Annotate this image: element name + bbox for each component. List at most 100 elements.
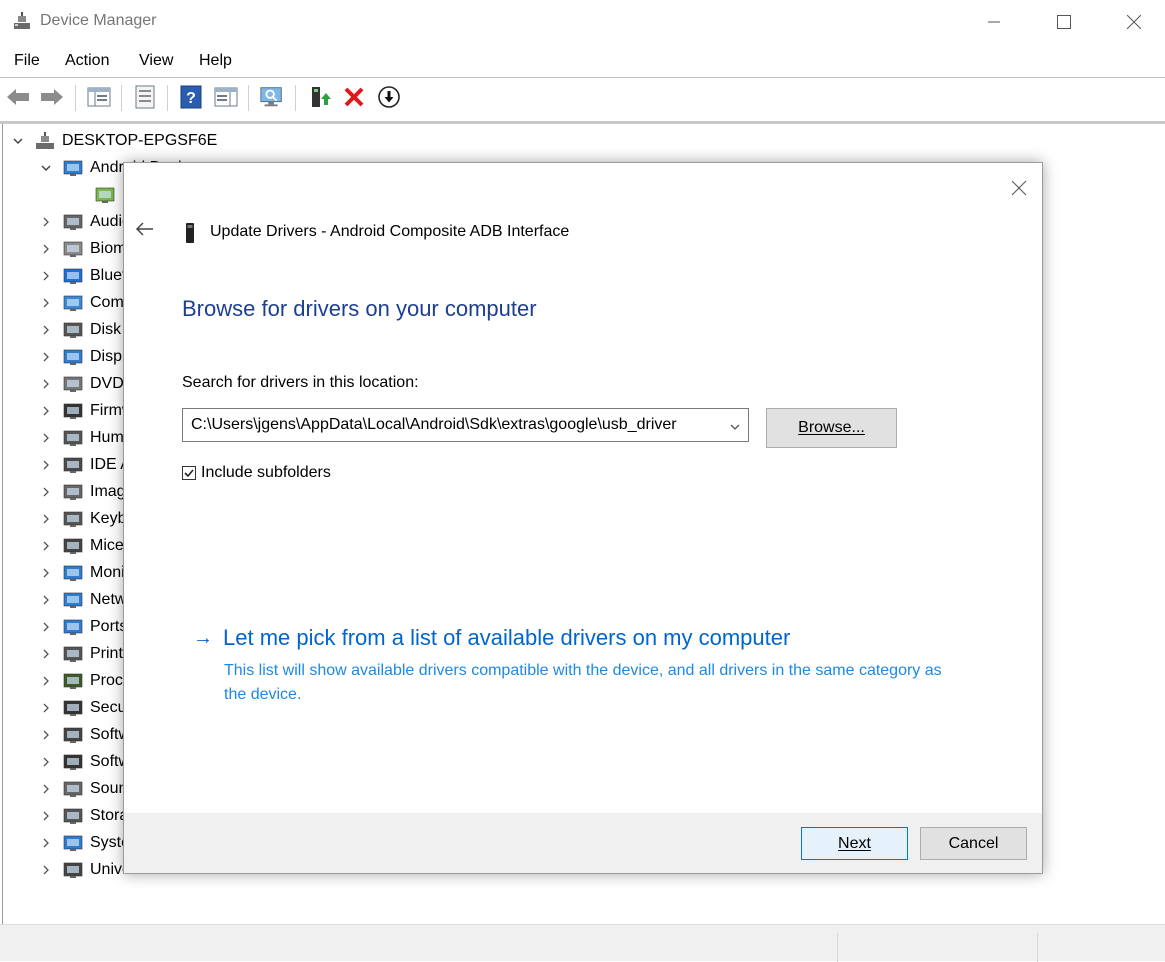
device-category-icon bbox=[62, 860, 84, 880]
device-category-icon bbox=[62, 779, 84, 799]
chevron-right-icon[interactable] bbox=[39, 593, 53, 607]
chevron-down-icon[interactable] bbox=[730, 418, 740, 436]
chevron-right-icon[interactable] bbox=[39, 674, 53, 688]
chevron-right-icon[interactable] bbox=[39, 809, 53, 823]
toolbar-separator bbox=[295, 85, 296, 111]
device-category-icon bbox=[62, 374, 84, 394]
device-category-icon bbox=[62, 833, 84, 853]
device-category-icon bbox=[62, 401, 84, 421]
device-category-icon bbox=[62, 671, 84, 691]
chevron-right-icon[interactable] bbox=[39, 215, 53, 229]
chevron-right-icon[interactable] bbox=[39, 485, 53, 499]
pick-from-list-link[interactable]: → Let me pick from a list of available d… bbox=[193, 625, 790, 651]
chevron-right-icon[interactable] bbox=[39, 350, 53, 364]
browse-button-label: Browse... bbox=[798, 419, 865, 436]
chevron-right-icon[interactable] bbox=[39, 296, 53, 310]
include-subfolders-checkbox[interactable] bbox=[182, 466, 196, 480]
device-category-icon bbox=[62, 239, 84, 259]
chevron-down-icon[interactable] bbox=[11, 134, 25, 148]
next-button[interactable]: Next bbox=[801, 827, 908, 860]
close-button[interactable] bbox=[1099, 0, 1165, 44]
device-category-icon bbox=[62, 563, 84, 583]
disable-device-icon[interactable] bbox=[376, 84, 402, 110]
pick-from-list-description: This list will show available drivers co… bbox=[224, 662, 942, 703]
chevron-right-icon[interactable] bbox=[39, 782, 53, 796]
update-driver-icon[interactable] bbox=[307, 84, 333, 110]
chevron-right-icon[interactable] bbox=[39, 836, 53, 850]
forward-icon[interactable] bbox=[39, 84, 65, 110]
back-arrow-icon[interactable] bbox=[135, 220, 156, 240]
device-category-icon bbox=[62, 806, 84, 826]
search-location-label: Search for drivers in this location: bbox=[182, 374, 419, 391]
dialog-close-button[interactable] bbox=[1006, 175, 1032, 201]
update-drivers-dialog: Update Drivers - Android Composite ADB I… bbox=[123, 162, 1043, 874]
device-category-icon bbox=[62, 347, 84, 367]
svg-text:?: ? bbox=[186, 90, 196, 107]
chevron-right-icon[interactable] bbox=[39, 323, 53, 337]
minimize-button[interactable] bbox=[959, 0, 1029, 44]
tree-item[interactable] bbox=[71, 181, 122, 208]
chevron-right-icon[interactable] bbox=[39, 647, 53, 661]
toolbar-separator bbox=[121, 85, 122, 111]
driver-path-combobox[interactable]: C:\Users\jgens\AppData\Local\Android\Sdk… bbox=[182, 408, 749, 442]
toolbar: ? bbox=[0, 79, 1165, 119]
chevron-right-icon[interactable] bbox=[39, 755, 53, 769]
tree-root[interactable]: DESKTOP-EPGSF6E bbox=[11, 127, 217, 154]
menu-file[interactable]: File bbox=[14, 52, 40, 70]
chevron-right-icon[interactable] bbox=[39, 269, 53, 283]
device-category-icon bbox=[62, 158, 84, 178]
device-category-icon bbox=[62, 590, 84, 610]
android-device-icon bbox=[184, 222, 196, 249]
device-category-icon bbox=[62, 698, 84, 718]
uninstall-icon[interactable] bbox=[341, 84, 367, 110]
browse-button[interactable]: Browse... bbox=[766, 408, 897, 448]
menu-bar: File Action View Help bbox=[0, 47, 1165, 77]
chevron-down-icon[interactable] bbox=[39, 161, 53, 175]
device-category-icon bbox=[62, 725, 84, 745]
help-icon[interactable]: ? bbox=[178, 84, 204, 110]
device-category-icon bbox=[94, 185, 116, 205]
scan-hardware-icon[interactable] bbox=[259, 84, 285, 110]
chevron-right-icon[interactable] bbox=[39, 620, 53, 634]
chevron-right-icon[interactable] bbox=[39, 728, 53, 742]
window-title: Device Manager bbox=[40, 12, 157, 29]
chevron-right-icon[interactable] bbox=[39, 242, 53, 256]
chevron-right-icon[interactable] bbox=[39, 377, 53, 391]
toolbar-separator bbox=[75, 85, 76, 111]
device-category-icon bbox=[62, 212, 84, 232]
title-bar: Device Manager bbox=[0, 0, 1165, 44]
chevron-right-icon[interactable] bbox=[39, 539, 53, 553]
menu-help[interactable]: Help bbox=[199, 52, 232, 70]
chevron-right-icon[interactable] bbox=[39, 431, 53, 445]
device-category-icon bbox=[62, 752, 84, 772]
chevron-right-icon[interactable] bbox=[39, 404, 53, 418]
toolbar-separator bbox=[167, 85, 168, 111]
device-category-icon bbox=[62, 644, 84, 664]
cancel-button[interactable]: Cancel bbox=[920, 827, 1027, 860]
chevron-right-icon[interactable] bbox=[39, 512, 53, 526]
menu-action[interactable]: Action bbox=[65, 52, 109, 70]
device-category-icon bbox=[62, 455, 84, 475]
menu-divider bbox=[0, 77, 1165, 78]
include-subfolders-row[interactable]: Include subfolders bbox=[182, 464, 331, 482]
properties-icon[interactable] bbox=[132, 84, 158, 110]
run-action-icon[interactable] bbox=[213, 84, 239, 110]
device-category-icon bbox=[62, 320, 84, 340]
chevron-right-icon[interactable] bbox=[39, 458, 53, 472]
tree-root-label: DESKTOP-EPGSF6E bbox=[62, 131, 218, 149]
chevron-right-icon[interactable] bbox=[39, 566, 53, 580]
next-button-label: Next bbox=[838, 834, 871, 852]
driver-path-value[interactable]: C:\Users\jgens\AppData\Local\Android\Sdk… bbox=[191, 416, 721, 434]
show-hide-tree-icon[interactable] bbox=[86, 84, 112, 110]
status-divider bbox=[1037, 933, 1038, 962]
back-icon[interactable] bbox=[5, 84, 31, 110]
chevron-right-icon[interactable] bbox=[39, 863, 53, 877]
maximize-button[interactable] bbox=[1029, 0, 1099, 44]
chevron-right-icon[interactable] bbox=[39, 701, 53, 715]
pick-from-list-title[interactable]: Let me pick from a list of available dri… bbox=[223, 625, 790, 651]
device-manager-icon bbox=[12, 11, 32, 31]
device-category-icon bbox=[62, 482, 84, 502]
status-bar bbox=[0, 924, 1165, 962]
menu-view[interactable]: View bbox=[139, 52, 173, 70]
device-category-icon bbox=[62, 536, 84, 556]
